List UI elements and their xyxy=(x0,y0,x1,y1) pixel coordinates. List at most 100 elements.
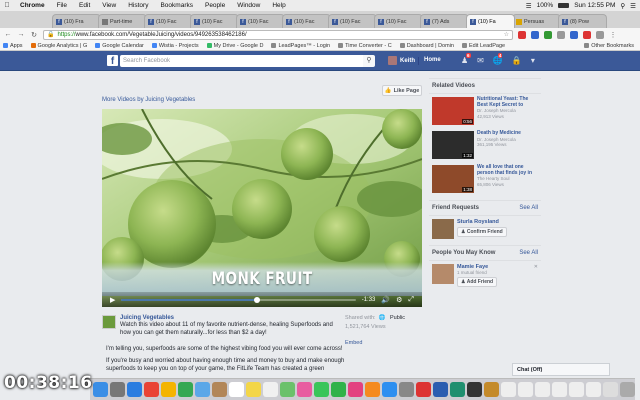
document-icon[interactable] xyxy=(501,382,516,397)
friend-name[interactable]: Sturla Roysland xyxy=(457,219,507,225)
video-scrubber-handle[interactable] xyxy=(254,296,261,303)
confirm-friend-button[interactable]: ♟ Confirm Friend xyxy=(457,227,507,237)
add-friend-button[interactable]: ♟ Add Friend xyxy=(457,277,498,287)
menu-bookmarks[interactable]: Bookmarks xyxy=(154,2,199,9)
safari-icon[interactable] xyxy=(127,382,142,397)
extension-icon[interactable] xyxy=(557,30,565,39)
related-video-item[interactable]: 0:56 Nutritional Yeast: The Best Kept Se… xyxy=(429,94,541,128)
related-video-title[interactable]: Nutritional Yeast: The Best Kept Secret … xyxy=(477,96,538,108)
notifications-icon[interactable]: 🌐 4 xyxy=(493,53,503,65)
photos-icon[interactable] xyxy=(297,382,312,397)
app-icon[interactable] xyxy=(178,382,193,397)
video-progress-bar[interactable] xyxy=(121,296,356,303)
related-video-title[interactable]: We all love that one person that finds j… xyxy=(477,164,538,176)
app-icon[interactable] xyxy=(450,382,465,397)
menu-history[interactable]: History xyxy=(122,2,154,9)
bookmark-my-drive[interactable]: My Drive - Google D xyxy=(206,43,263,49)
app-icon[interactable] xyxy=(467,382,482,397)
browser-tab[interactable]: f (10) Fac xyxy=(328,14,377,28)
facebook-logo-icon[interactable]: f xyxy=(107,55,118,67)
video-player[interactable]: MONK FRUIT ▶ -1:33 🔊 ⚙ ⤢ xyxy=(102,109,422,307)
notes-icon[interactable] xyxy=(246,382,261,397)
app-icon[interactable] xyxy=(484,382,499,397)
account-menu-icon[interactable]: ▾ xyxy=(531,56,535,65)
menu-edit[interactable]: Edit xyxy=(73,2,96,9)
bookmark-star-icon[interactable]: ☆ xyxy=(504,31,509,38)
menu-dots-icon[interactable]: ⋮ xyxy=(609,31,617,39)
menu-help[interactable]: Help xyxy=(266,2,291,9)
wifi-icon[interactable]: ☰ xyxy=(526,2,532,10)
reload-icon[interactable]: ↻ xyxy=(30,31,38,39)
avatar[interactable] xyxy=(432,264,454,284)
page-avatar[interactable] xyxy=(102,315,116,329)
fullscreen-icon[interactable]: ⤢ xyxy=(408,296,414,304)
privacy-icon[interactable]: 🔒 xyxy=(512,56,522,65)
app-icon[interactable] xyxy=(433,382,448,397)
profile-link[interactable]: Keith xyxy=(388,56,415,65)
facetime-icon[interactable] xyxy=(331,382,346,397)
maps-icon[interactable] xyxy=(280,382,295,397)
document-icon[interactable] xyxy=(552,382,567,397)
downloads-icon[interactable] xyxy=(603,382,618,397)
launchpad-icon[interactable] xyxy=(110,382,125,397)
embed-link[interactable]: Embed xyxy=(345,340,362,346)
contacts-icon[interactable] xyxy=(212,382,227,397)
document-icon[interactable] xyxy=(586,382,601,397)
bookmark-leadpages[interactable]: LeadPages™ - Login xyxy=(271,43,330,49)
itunes-icon[interactable] xyxy=(348,382,363,397)
volume-icon[interactable]: 🔊 xyxy=(381,296,390,304)
browser-tab[interactable]: f (10) Fac xyxy=(144,14,193,28)
notification-center-icon[interactable]: ☰ xyxy=(630,2,636,10)
browser-tab[interactable]: f (10) Fac xyxy=(190,14,239,28)
home-link[interactable]: Home xyxy=(424,57,441,63)
mail-icon[interactable] xyxy=(195,382,210,397)
menu-window[interactable]: Window xyxy=(231,2,266,9)
back-icon[interactable]: ← xyxy=(4,31,12,38)
document-icon[interactable] xyxy=(518,382,533,397)
browser-tab[interactable]: f (7) Ads xyxy=(420,14,469,28)
facebook-search-input[interactable]: Search Facebook xyxy=(120,55,371,67)
extension-icon[interactable] xyxy=(570,30,578,39)
browser-tab[interactable]: f (10) Fac xyxy=(236,14,285,28)
browser-tab[interactable]: f (10) Fra xyxy=(52,14,101,28)
browser-tab[interactable]: f (8) Pow xyxy=(558,14,607,28)
menu-view[interactable]: View xyxy=(96,2,122,9)
like-page-button[interactable]: 👍 Like Page xyxy=(382,85,422,96)
spotlight-icon[interactable]: ⚲ xyxy=(620,2,625,10)
close-icon[interactable]: ✕ xyxy=(534,264,538,287)
document-icon[interactable] xyxy=(535,382,550,397)
bookmark-other[interactable]: Other Bookmarks xyxy=(584,43,634,49)
video-thumbnail[interactable]: 1:38 xyxy=(432,165,474,193)
bookmark-apps[interactable]: Apps xyxy=(3,43,23,49)
search-icon[interactable]: ⚲ xyxy=(363,55,375,67)
see-all-link[interactable]: See All xyxy=(519,250,538,256)
document-icon[interactable] xyxy=(569,382,584,397)
messages-icon[interactable] xyxy=(314,382,329,397)
settings-gear-icon[interactable]: ⚙ xyxy=(396,296,402,304)
menu-file[interactable]: File xyxy=(51,2,73,9)
menu-app-name[interactable]: Chrome xyxy=(14,2,51,9)
bookmark-time-converter[interactable]: Time Converter - C xyxy=(338,43,392,49)
avatar[interactable] xyxy=(432,219,454,239)
app-store-icon[interactable] xyxy=(382,382,397,397)
chat-bar[interactable]: Chat (Off) xyxy=(512,363,610,376)
play-icon[interactable]: ▶ xyxy=(110,296,115,304)
finder-icon[interactable] xyxy=(93,382,108,397)
system-preferences-icon[interactable] xyxy=(399,382,414,397)
reminders-icon[interactable] xyxy=(263,382,278,397)
browser-tab[interactable]: f (10) Fac xyxy=(374,14,423,28)
menu-people[interactable]: People xyxy=(199,2,231,9)
browser-tab[interactable]: Part-time xyxy=(98,14,147,28)
mutual-friends[interactable]: 1 mutual friend xyxy=(457,270,497,275)
extension-icon[interactable] xyxy=(518,30,526,39)
extension-icon[interactable] xyxy=(544,30,552,39)
bookmark-wistia[interactable]: Wistia - Projects xyxy=(151,43,199,49)
app-icon[interactable] xyxy=(161,382,176,397)
forward-icon[interactable]: → xyxy=(17,31,25,38)
related-video-title[interactable]: Death by Medicine xyxy=(477,130,521,137)
clock[interactable]: Sun 12:55 PM xyxy=(574,2,615,9)
see-all-link[interactable]: See All xyxy=(519,205,538,211)
bookmark-dashboard[interactable]: Dashboard | Domin xyxy=(399,43,454,49)
chrome-icon[interactable] xyxy=(144,382,159,397)
extension-icon[interactable] xyxy=(583,30,591,39)
